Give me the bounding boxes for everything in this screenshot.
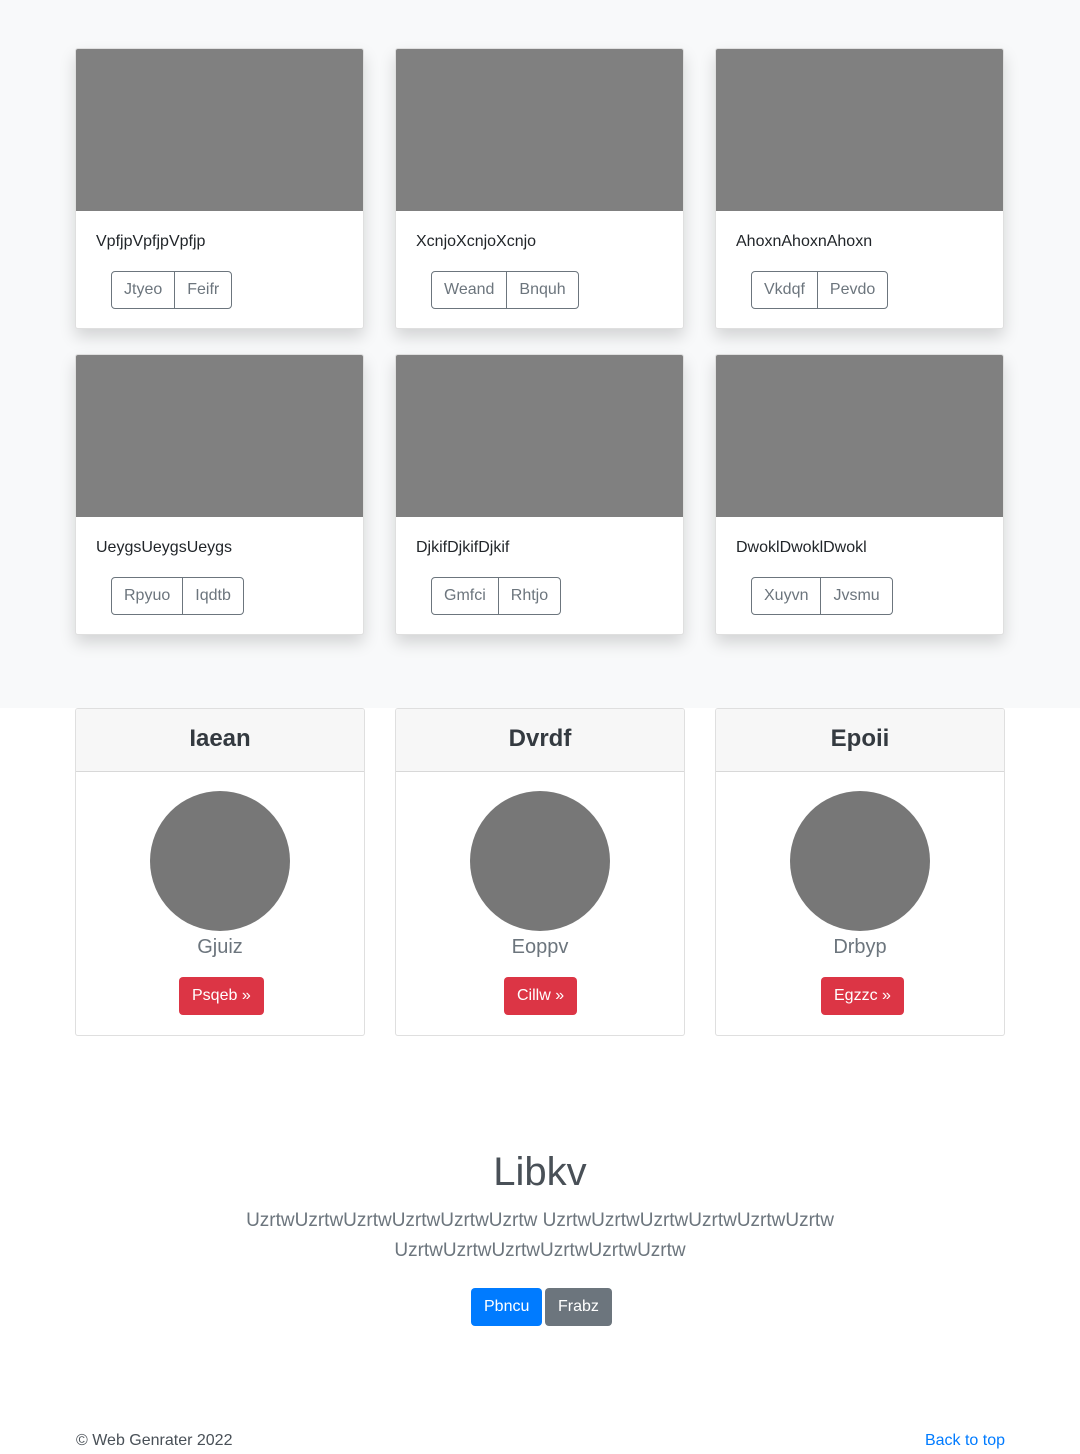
card-view-button[interactable]: Rpyuo [111, 577, 184, 615]
card-button-group: Jtyeo Feifr [111, 271, 233, 309]
profile-action-button[interactable]: Cillw » [504, 977, 578, 1015]
card-image-placeholder [76, 355, 363, 517]
profile-name: Eoppv [511, 936, 569, 958]
profile-card-header: Epoii [716, 709, 1004, 772]
card-image-placeholder [716, 355, 1003, 517]
card-text: DjkifDjkifDjkif [416, 539, 510, 556]
footer-copyright: © Web Genrater 2022 [76, 1432, 233, 1449]
album-card: VpfjpVpfjpVpfjp Jtyeo Feifr [75, 48, 364, 329]
card-button-group: Vkdqf Pevdo [751, 271, 889, 309]
jumbotron-title: Libkv [493, 1150, 587, 1194]
avatar [150, 791, 290, 931]
back-to-top-link[interactable]: Back to top [925, 1432, 1005, 1450]
jumbotron-lead: UzrtwUzrtwUzrtwUzrtwUzrtwUzrtw UzrtwUzrt… [246, 1210, 834, 1261]
card-image-placeholder [76, 49, 363, 211]
primary-action-button[interactable]: Pbncu [471, 1288, 543, 1326]
card-text: XcnjoXcnjoXcnjo [416, 233, 537, 250]
card-view-button[interactable]: Jtyeo [111, 271, 176, 309]
profile-card: Epoii Drbyp Egzzc » [715, 708, 1005, 1036]
profile-name: Gjuiz [197, 936, 243, 958]
card-image-placeholder [716, 49, 1003, 211]
secondary-action-button[interactable]: Frabz [545, 1288, 612, 1326]
album-card: UeygsUeygsUeygs Rpyuo Iqdtb [75, 354, 364, 635]
card-edit-button[interactable]: Bnquh [506, 271, 579, 309]
card-edit-button[interactable]: Feifr [174, 271, 233, 309]
card-button-group: Weand Bnquh [431, 271, 579, 309]
card-view-button[interactable]: Vkdqf [751, 271, 818, 309]
card-edit-button[interactable]: Pevdo [816, 271, 889, 309]
card-edit-button[interactable]: Iqdtb [182, 577, 244, 615]
avatar [790, 791, 930, 931]
profile-name: Drbyp [833, 936, 887, 958]
card-view-button[interactable]: Weand [431, 271, 508, 309]
profile-card: Dvrdf Eoppv Cillw » [395, 708, 685, 1036]
card-text: AhoxnAhoxnAhoxn [736, 233, 873, 250]
profile-card-header: Iaean [76, 709, 364, 772]
card-text: DwoklDwoklDwokl [736, 539, 867, 556]
card-edit-button[interactable]: Rhtjo [497, 577, 562, 615]
profile-card: Iaean Gjuiz Psqeb » [75, 708, 365, 1036]
profile-action-button[interactable]: Psqeb » [179, 977, 264, 1015]
card-button-group: Xuyvn Jvsmu [751, 577, 893, 615]
avatar [470, 791, 610, 931]
profile-card-header: Dvrdf [396, 709, 684, 772]
album-card: DwoklDwoklDwokl Xuyvn Jvsmu [715, 354, 1004, 635]
card-button-group: Rpyuo Iqdtb [111, 577, 244, 615]
card-view-button[interactable]: Gmfci [431, 577, 499, 615]
card-image-placeholder [396, 355, 683, 517]
album-card: AhoxnAhoxnAhoxn Vkdqf Pevdo [715, 48, 1004, 329]
card-image-placeholder [396, 49, 683, 211]
profile-action-button[interactable]: Egzzc » [821, 977, 904, 1015]
card-text: UeygsUeygsUeygs [96, 539, 233, 556]
card-text: VpfjpVpfjpVpfjp [96, 233, 206, 250]
card-view-button[interactable]: Xuyvn [751, 577, 822, 615]
card-button-group: Gmfci Rhtjo [431, 577, 562, 615]
album-card: DjkifDjkifDjkif Gmfci Rhtjo [395, 354, 684, 635]
album-card: XcnjoXcnjoXcnjo Weand Bnquh [395, 48, 684, 329]
album-section: VpfjpVpfjpVpfjp Jtyeo Feifr XcnjoXcnjoXc… [0, 0, 1080, 708]
card-edit-button[interactable]: Jvsmu [820, 577, 893, 615]
